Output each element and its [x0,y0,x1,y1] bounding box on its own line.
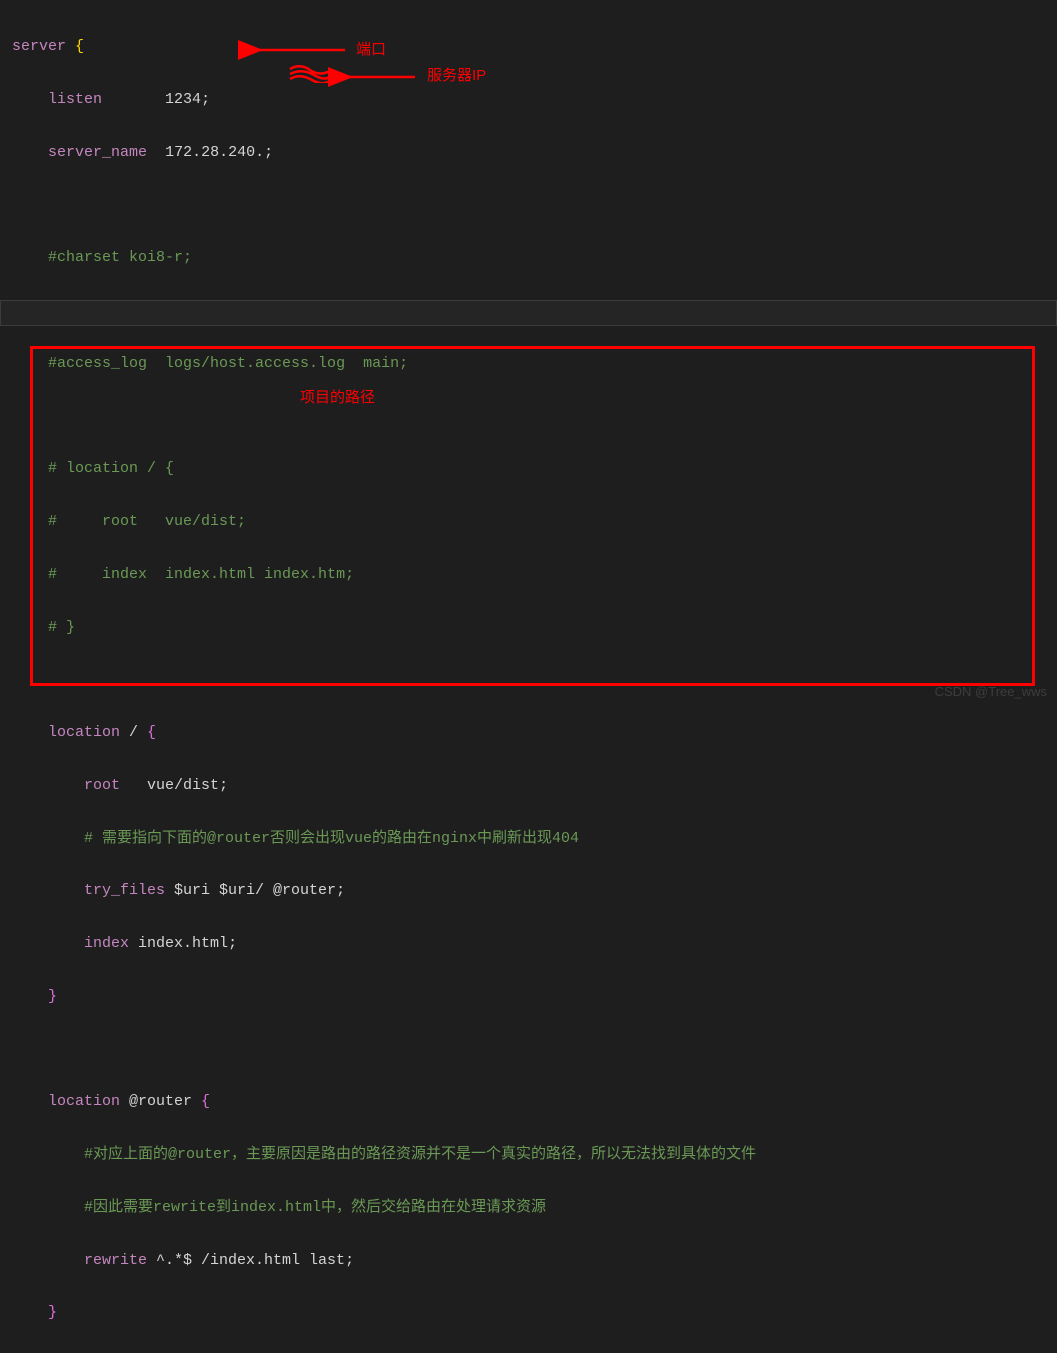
brace-close-3: } [48,1304,57,1321]
kw-rewrite: rewrite [84,1252,147,1269]
comment-charset: #charset koi8-r; [48,249,192,266]
comment-router-rewrite: #因此需要rewrite到index.html中，然后交给路由在处理请求资源 [84,1199,546,1216]
comment-brace: # } [48,619,75,636]
kw-location-2: location [48,1093,120,1110]
comment-router-note: # 需要指向下面的@router否则会出现vue的路由在nginx中刷新出现40… [84,830,579,847]
comment-root: # root vue/dist; [48,513,246,530]
code-editor[interactable]: server { listen 1234; server_name 172.28… [0,8,1057,1353]
brace-open: { [75,38,84,55]
kw-server-name: server_name [48,144,147,161]
root-path: vue/dist [147,777,219,794]
index-file: index.html [138,935,228,952]
comment-router-reason: #对应上面的@router，主要原因是路由的路径资源并不是一个真实的路径，所以无… [84,1146,756,1163]
brace-close-2: } [48,988,57,1005]
comment-index: # index index.html index.htm; [48,566,354,583]
brace-open-3: { [201,1093,210,1110]
kw-server: server [12,38,66,55]
comment-accesslog: #access_log logs/host.access.log main; [48,355,408,372]
kw-root: root [84,777,120,794]
kw-index: index [84,935,129,952]
server-ip: 172.28.240. [165,144,264,161]
kw-listen: listen [48,91,102,108]
listen-port: 1234 [165,91,201,108]
comment-location: # location / { [48,460,174,477]
kw-tryfiles: try_files [84,882,165,899]
brace-open-2: { [147,724,156,741]
kw-location-1: location [48,724,120,741]
